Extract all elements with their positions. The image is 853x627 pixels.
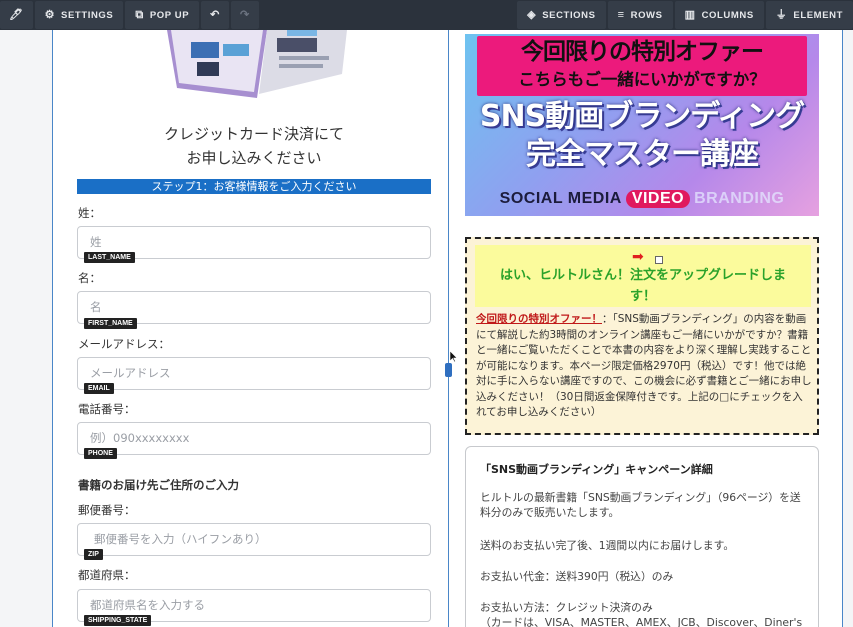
upsell-title-line-2: す！ bbox=[629, 289, 656, 304]
banner-offer-box: 今回限りの特別オファー こちらもご一緒にいかがですか？ bbox=[477, 36, 807, 96]
address-heading: 書籍のお届け先ご住所のご入力 bbox=[78, 478, 239, 492]
email-input[interactable]: メールアドレス bbox=[77, 357, 431, 390]
campaign-details-box: 「SNS動画ブランディング」キャンペーン詳細 ヒルトルの最新書籍「SNS動画ブラ… bbox=[465, 446, 819, 627]
book-image bbox=[157, 30, 354, 100]
phone-input[interactable]: 例）090xxxxxxxx bbox=[77, 422, 431, 455]
upsell-body: ：「SNS動画ブランディング」の内容を動画にて解説した約3時間のオンライン講座も… bbox=[476, 313, 812, 418]
columns-button[interactable]: ▥ COLUMNS bbox=[674, 1, 764, 29]
last-name-label: 姓： bbox=[78, 206, 101, 220]
rows-label: ROWS bbox=[630, 9, 663, 21]
external-link-icon: ⧉ bbox=[135, 8, 144, 21]
rows-icon: ≡ bbox=[617, 8, 625, 21]
banner-title-2: 完全マスター講座 bbox=[526, 137, 759, 172]
first-name-tag: FIRST_NAME bbox=[84, 318, 137, 329]
plug-icon: ⏚ bbox=[775, 8, 788, 21]
details-paragraph-5: （カードは、VISA、MASTER、AMEX、JCB、Discover、Dine… bbox=[480, 616, 803, 627]
banner-social: SOCIAL MEDIA bbox=[499, 190, 622, 207]
upsell-highlight: 今回限りの特別オファー！ bbox=[476, 313, 602, 325]
phone-tag: PHONE bbox=[84, 448, 117, 459]
banner-line-1: 今回限りの特別オファー bbox=[521, 39, 764, 65]
first-name-label: 名： bbox=[78, 271, 101, 285]
banner-video: VIDEO bbox=[625, 190, 691, 208]
heading-line-1: クレジットカード決済にて bbox=[163, 125, 344, 143]
redo-button[interactable]: ↷ bbox=[230, 1, 259, 29]
details-paragraph-2: 送料のお支払い完了後、1週間以内にお届けします。 bbox=[480, 539, 735, 552]
email-label: メールアドレス： bbox=[78, 337, 170, 351]
book-illustration bbox=[167, 30, 347, 98]
form-heading: クレジットカード決済にて お申し込みください bbox=[77, 122, 431, 170]
upsell-checkbox[interactable] bbox=[655, 256, 663, 264]
sections-button[interactable]: ◈ SECTIONS bbox=[517, 1, 606, 29]
upsell-title-line-1: はい、ヒルトルさん！注文をアップグレードしま bbox=[499, 268, 786, 283]
step-banner: ステップ1：お客様情報をご入力ください bbox=[77, 179, 431, 194]
banner-tagline: SOCIAL MEDIA VIDEO BRANDING bbox=[465, 186, 819, 212]
popup-label: POP UP bbox=[149, 9, 190, 21]
details-paragraph-1: ヒルトルの最新書籍「SNS動画ブランディング」（96ページ）を送 料分のみで販売… bbox=[480, 490, 810, 520]
details-p1-line-1: ヒルトルの最新書籍「SNS動画ブランディング」（96ページ）を送 bbox=[480, 491, 801, 504]
rows-button[interactable]: ≡ ROWS bbox=[607, 1, 673, 29]
sections-label: SECTIONS bbox=[542, 9, 596, 21]
upsell-description: 今回限りの特別オファー！：「SNS動画ブランディング」の内容を動画にて解説した約… bbox=[476, 312, 812, 421]
zip-input[interactable]: 郵便番号を入力（ハイフンあり） bbox=[77, 523, 431, 556]
columns-icon: ▥ bbox=[684, 8, 696, 21]
undo-icon: ↶ bbox=[210, 8, 220, 21]
column-divider bbox=[448, 30, 449, 627]
banner-branding: BRANDING bbox=[694, 190, 785, 207]
cube-icon: ◈ bbox=[527, 8, 537, 21]
email-tag: EMAIL bbox=[84, 383, 114, 394]
heading-line-2: お申し込みください bbox=[186, 149, 322, 167]
state-label: 都道府県： bbox=[78, 568, 136, 582]
editor-toolbar: 🖊︎ ⚙ SETTINGS ⧉ POP UP ↶ ↷ ◈ SECTIONS ≡ … bbox=[0, 0, 853, 30]
upsell-offer-box: ➡ はい、ヒルトルさん！注文をアップグレードしま す！ 今回限りの特別オファー！… bbox=[465, 237, 819, 435]
elements-label: ELEMENT bbox=[793, 9, 843, 21]
details-paragraph-3: お支払い代金：送料390円（税込）のみ bbox=[480, 570, 674, 583]
redo-icon: ↷ bbox=[239, 8, 250, 21]
zip-label: 郵便番号： bbox=[78, 503, 136, 517]
details-paragraph-4: お支払い方法：クレジット決済のみ bbox=[480, 601, 653, 614]
last-name-tag: LAST_NAME bbox=[84, 252, 135, 263]
pin-icon: 🖊︎ bbox=[9, 8, 24, 21]
settings-button[interactable]: ⚙ SETTINGS bbox=[34, 1, 124, 29]
details-title: 「SNS動画ブランディング」キャンペーン詳細 bbox=[480, 463, 713, 476]
gear-icon: ⚙ bbox=[44, 8, 56, 21]
mouse-cursor-icon bbox=[450, 351, 457, 362]
arrow-right-icon: ➡ bbox=[632, 249, 644, 265]
zip-tag: ZIP bbox=[84, 549, 103, 560]
state-tag: SHIPPING_STATE bbox=[84, 615, 152, 626]
banner-title: SNS動画ブランディング 完全マスター講座 bbox=[465, 98, 819, 174]
columns-label: COLUMNS bbox=[701, 9, 754, 21]
column-resize-handle[interactable] bbox=[445, 363, 452, 377]
banner-title-1: SNS動画ブランディング bbox=[479, 99, 805, 134]
banner-line-2: こちらもご一緒にいかがですか？ bbox=[518, 70, 766, 89]
undo-button[interactable]: ↶ bbox=[201, 1, 229, 29]
upsell-title: はい、ヒルトルさん！注文をアップグレードしま す！ bbox=[475, 265, 811, 307]
popup-button[interactable]: ⧉ POP UP bbox=[125, 1, 200, 29]
pin-button[interactable]: 🖊︎ bbox=[0, 1, 33, 29]
elements-button[interactable]: ⏚ ELEMENT bbox=[765, 1, 853, 29]
upsell-header: ➡ はい、ヒルトルさん！注文をアップグレードしま す！ bbox=[475, 245, 811, 307]
offer-banner-image: 今回限りの特別オファー こちらもご一緒にいかがですか？ SNS動画ブランディング… bbox=[465, 34, 819, 216]
phone-label: 電話番号： bbox=[78, 402, 136, 416]
settings-label: SETTINGS bbox=[61, 9, 114, 21]
details-p1-line-2: 料分のみで販売いたします。 bbox=[480, 506, 620, 519]
